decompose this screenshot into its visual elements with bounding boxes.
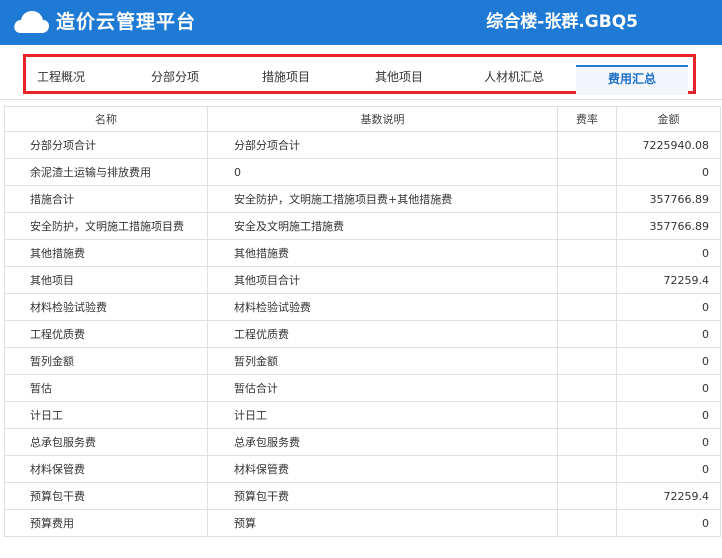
cell-amount: 357766.89 [616, 185, 721, 213]
cell-basis: 材料检验试验费 [207, 293, 558, 321]
tab-bar-divider [0, 99, 722, 100]
cell-basis: 计日工 [207, 401, 558, 429]
cell-basis: 工程优质费 [207, 320, 558, 348]
cell-amount: 72259.4 [616, 482, 721, 510]
project-name: 综合楼-张群.GBQ5 [486, 12, 638, 32]
cell-rate [557, 509, 617, 537]
table-row[interactable]: 材料检验试验费 材料检验试验费 0 [4, 293, 721, 321]
table-row[interactable]: 安全防护，文明施工措施项目费 安全及文明施工措施费 357766.89 [4, 212, 721, 240]
column-header-amount[interactable]: 金额 [616, 106, 721, 132]
tab-bar: 工程概况 分部分项 措施项目 其他项目 人材机汇总 费用汇总 [0, 45, 722, 101]
table-row[interactable]: 暂估 暂估合计 0 [4, 374, 721, 402]
cell-rate [557, 374, 617, 402]
cell-name: 预算包干费 [4, 482, 208, 510]
table-header-row: 名称 基数说明 费率 金额 [4, 106, 721, 132]
tab-bar-highlight-box: 工程概况 分部分项 措施项目 其他项目 人材机汇总 费用汇总 [23, 54, 696, 95]
cell-name: 材料检验试验费 [4, 293, 208, 321]
cell-amount: 0 [616, 158, 721, 186]
cell-basis: 0 [207, 158, 558, 186]
table-row[interactable]: 分部分项合计 分部分项合计 7225940.08 [4, 131, 721, 159]
cell-amount: 0 [616, 428, 721, 456]
cell-name: 其他措施费 [4, 239, 208, 267]
cell-name: 材料保管费 [4, 455, 208, 483]
cell-name: 预算费用 [4, 509, 208, 537]
app-header: 造价云管理平台 综合楼-张群.GBQ5 [0, 0, 722, 45]
cell-amount: 0 [616, 374, 721, 402]
table-row[interactable]: 工程优质费 工程优质费 0 [4, 320, 721, 348]
cell-basis: 材料保管费 [207, 455, 558, 483]
cell-basis: 分部分项合计 [207, 131, 558, 159]
cell-amount: 72259.4 [616, 266, 721, 294]
cell-name: 暂列金额 [4, 347, 208, 375]
tab-labor-material-summary[interactable]: 人材机汇总 [464, 65, 564, 95]
table-row[interactable]: 措施合计 安全防护，文明施工措施项目费+其他措施费 357766.89 [4, 185, 721, 213]
cell-rate [557, 239, 617, 267]
cell-basis: 暂列金额 [207, 347, 558, 375]
app-title: 造价云管理平台 [56, 11, 197, 33]
cell-name: 暂估 [4, 374, 208, 402]
cell-rate [557, 347, 617, 375]
cell-rate [557, 428, 617, 456]
cell-basis: 预算 [207, 509, 558, 537]
cell-rate [557, 212, 617, 240]
cell-amount: 0 [616, 347, 721, 375]
cell-basis: 暂估合计 [207, 374, 558, 402]
cell-rate [557, 320, 617, 348]
cell-rate [557, 185, 617, 213]
cell-name: 分部分项合计 [4, 131, 208, 159]
table-row[interactable]: 预算费用 预算 0 [4, 509, 721, 537]
cell-name: 总承包服务费 [4, 428, 208, 456]
cell-basis: 安全及文明施工措施费 [207, 212, 558, 240]
tab-project-overview[interactable]: 工程概况 [26, 65, 96, 95]
column-header-basis[interactable]: 基数说明 [207, 106, 558, 132]
cell-amount: 0 [616, 455, 721, 483]
tab-subdivision-items[interactable]: 分部分项 [130, 65, 220, 95]
tab-other-items[interactable]: 其他项目 [358, 65, 440, 95]
tab-fee-summary[interactable]: 费用汇总 [576, 65, 688, 95]
table-row[interactable]: 预算包干费 预算包干费 72259.4 [4, 482, 721, 510]
table-row[interactable]: 材料保管费 材料保管费 0 [4, 455, 721, 483]
cell-amount: 0 [616, 509, 721, 537]
table-row[interactable]: 暂列金额 暂列金额 0 [4, 347, 721, 375]
fee-summary-table: 名称 基数说明 费率 金额 分部分项合计 分部分项合计 7225940.08 余泥渣… [4, 106, 721, 537]
cell-name: 工程优质费 [4, 320, 208, 348]
cell-amount: 0 [616, 293, 721, 321]
column-header-name[interactable]: 名称 [4, 106, 208, 132]
table-row[interactable]: 其他措施费 其他措施费 0 [4, 239, 721, 267]
cell-name: 其他项目 [4, 266, 208, 294]
cell-name: 措施合计 [4, 185, 208, 213]
column-header-rate[interactable]: 费率 [557, 106, 617, 132]
cell-amount: 0 [616, 401, 721, 429]
cell-name: 计日工 [4, 401, 208, 429]
table-row[interactable]: 余泥渣土运输与排放费用 0 0 [4, 158, 721, 186]
cell-name: 安全防护，文明施工措施项目费 [4, 212, 208, 240]
cell-name: 余泥渣土运输与排放费用 [4, 158, 208, 186]
cloud-icon [14, 11, 49, 33]
cell-rate [557, 158, 617, 186]
table-row[interactable]: 总承包服务费 总承包服务费 0 [4, 428, 721, 456]
table-row[interactable]: 其他项目 其他项目合计 72259.4 [4, 266, 721, 294]
cell-rate [557, 455, 617, 483]
cell-basis: 总承包服务费 [207, 428, 558, 456]
cell-amount: 0 [616, 320, 721, 348]
tab-measures[interactable]: 措施项目 [244, 65, 328, 95]
cell-rate [557, 482, 617, 510]
cell-rate [557, 266, 617, 294]
cell-amount: 357766.89 [616, 212, 721, 240]
cell-basis: 安全防护，文明施工措施项目费+其他措施费 [207, 185, 558, 213]
cell-basis: 预算包干费 [207, 482, 558, 510]
cell-basis: 其他措施费 [207, 239, 558, 267]
table-row[interactable]: 计日工 计日工 0 [4, 401, 721, 429]
cell-amount: 0 [616, 239, 721, 267]
cell-amount: 7225940.08 [616, 131, 721, 159]
cell-rate [557, 293, 617, 321]
cell-rate [557, 131, 617, 159]
cell-basis: 其他项目合计 [207, 266, 558, 294]
cell-rate [557, 401, 617, 429]
